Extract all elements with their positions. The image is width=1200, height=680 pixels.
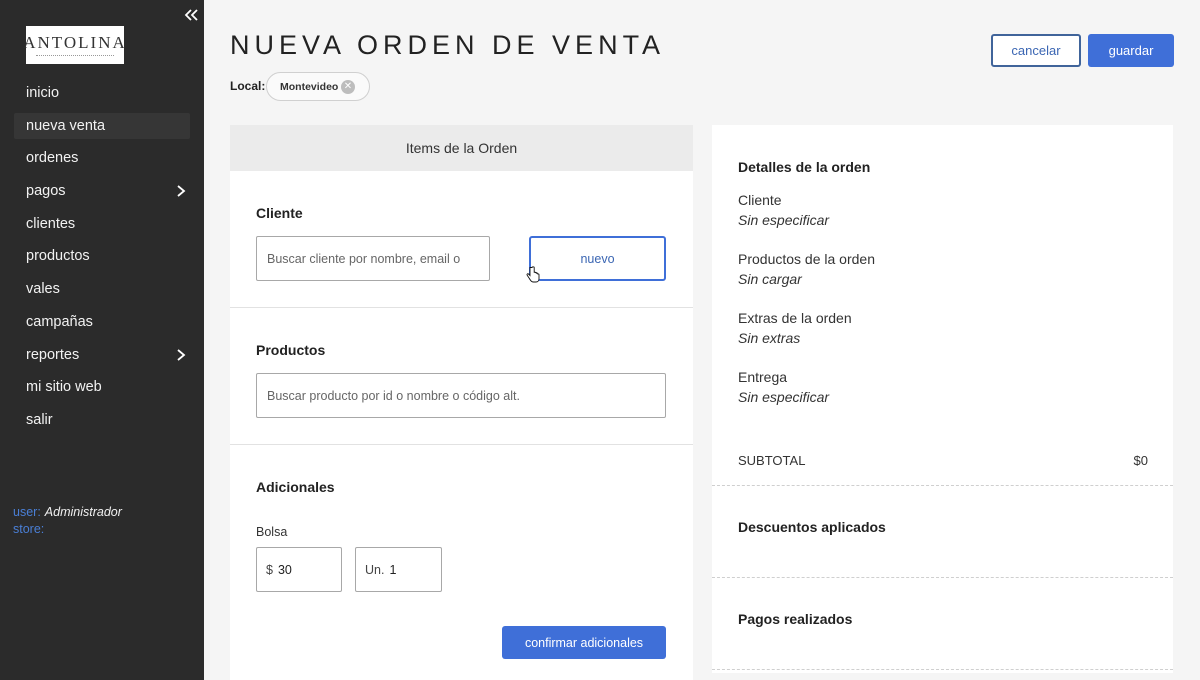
- subtotal-value: $0: [1133, 453, 1148, 468]
- save-button[interactable]: guardar: [1088, 34, 1174, 67]
- subtotal-label: SUBTOTAL: [738, 453, 806, 468]
- local-chip[interactable]: Montevideo ✕: [266, 72, 370, 101]
- client-search-input[interactable]: [256, 236, 490, 281]
- subtotal-row: SUBTOTAL $0: [738, 453, 1148, 468]
- detail-productos: Productos de la orden Sin cargar: [738, 249, 875, 289]
- sidebar-item-label: mi sitio web: [26, 379, 102, 396]
- local-chip-label: Montevideo: [280, 80, 339, 93]
- sidebar-nav: inicio nueva venta ordenes pagos cliente…: [14, 80, 190, 440]
- sidebar-item-label: reportes: [26, 346, 80, 363]
- sidebar-item-label: pagos: [26, 183, 66, 200]
- adicionales-title: Adicionales: [256, 479, 335, 495]
- sidebar-item-label: nueva venta: [26, 117, 106, 134]
- new-client-button[interactable]: nuevo: [529, 236, 666, 281]
- items-card: Items de la Orden Cliente nuevo Producto…: [230, 125, 693, 680]
- order-details-title: Detalles de la orden: [738, 159, 871, 175]
- order-details-card: Detalles de la orden Cliente Sin especif…: [712, 125, 1173, 673]
- detail-extras: Extras de la orden Sin extras: [738, 308, 852, 348]
- page-title: NUEVA ORDEN DE VENTA: [230, 30, 666, 60]
- detail-label: Cliente: [738, 192, 782, 208]
- bolsa-price-field[interactable]: $: [256, 547, 342, 592]
- discounts-title: Descuentos aplicados: [738, 519, 886, 535]
- detail-entrega: Entrega Sin especificar: [738, 367, 829, 407]
- sidebar-item-label: clientes: [26, 215, 76, 232]
- bolsa-label: Bolsa: [256, 525, 288, 539]
- hand-cursor-icon: [526, 266, 540, 283]
- divider: [712, 669, 1173, 670]
- detail-value: Sin cargar: [738, 271, 802, 287]
- store-label: store:: [13, 522, 45, 536]
- bolsa-qty-input[interactable]: [389, 562, 430, 577]
- sidebar-item-nueva-venta[interactable]: nueva venta: [14, 112, 190, 139]
- sidebar-item-clientes[interactable]: clientes: [14, 211, 190, 237]
- sidebar-item-campanas[interactable]: campañas: [14, 309, 190, 335]
- detail-value: Sin extras: [738, 330, 801, 346]
- sidebar-item-salir[interactable]: salir: [14, 407, 190, 433]
- logo-text: ANTOLINA: [23, 32, 127, 52]
- sidebar-item-label: vales: [26, 281, 60, 298]
- user-label: user:: [13, 505, 41, 519]
- logo[interactable]: ANTOLINA: [23, 26, 127, 64]
- detail-value: Sin especificar: [738, 389, 830, 405]
- user-value: Administrador: [44, 505, 122, 519]
- user-info: user: Administrador store:: [13, 504, 122, 538]
- currency-prefix: $: [266, 562, 273, 577]
- sidebar-item-label: salir: [26, 411, 53, 428]
- sidebar-item-inicio[interactable]: inicio: [14, 80, 190, 106]
- cancel-button[interactable]: cancelar: [991, 34, 1081, 67]
- detail-value: Sin especificar: [738, 212, 830, 228]
- sidebar-item-productos[interactable]: productos: [14, 243, 190, 269]
- sidebar-item-vales[interactable]: vales: [14, 276, 190, 302]
- sidebar: ANTOLINA inicio nueva venta ordenes pago…: [0, 0, 204, 680]
- detail-cliente: Cliente Sin especificar: [738, 190, 829, 230]
- sidebar-item-label: inicio: [26, 85, 60, 101]
- chevron-right-icon: [177, 348, 186, 361]
- bolsa-qty-field[interactable]: Un.: [355, 547, 442, 592]
- detail-label: Entrega: [738, 369, 788, 385]
- collapse-sidebar-icon[interactable]: [183, 7, 201, 25]
- sidebar-item-mi-sitio-web[interactable]: mi sitio web: [14, 374, 190, 400]
- remove-chip-icon[interactable]: ✕: [341, 80, 355, 94]
- sidebar-item-ordenes[interactable]: ordenes: [14, 145, 190, 171]
- bolsa-price-input[interactable]: [277, 562, 318, 577]
- productos-section: Productos: [230, 308, 693, 445]
- items-card-header: Items de la Orden: [230, 125, 693, 171]
- cliente-section: Cliente nuevo: [230, 171, 693, 308]
- productos-title: Productos: [256, 342, 326, 358]
- sidebar-item-label: campañas: [26, 313, 93, 330]
- payments-title: Pagos realizados: [738, 611, 853, 627]
- divider: [712, 577, 1173, 578]
- product-search-input[interactable]: [256, 373, 666, 418]
- divider: [712, 485, 1173, 486]
- user-row: user: Administrador: [13, 504, 122, 521]
- logo-underline: [36, 54, 114, 57]
- sidebar-item-pagos[interactable]: pagos: [14, 178, 190, 204]
- sidebar-item-reportes[interactable]: reportes: [14, 342, 190, 368]
- sidebar-item-label: productos: [26, 248, 90, 265]
- store-row: store:: [13, 521, 122, 538]
- local-label: Local:: [230, 79, 266, 93]
- cliente-title: Cliente: [256, 205, 303, 221]
- confirm-extras-button[interactable]: confirmar adicionales: [502, 626, 666, 659]
- sidebar-item-label: ordenes: [26, 150, 79, 167]
- detail-label: Extras de la orden: [738, 310, 852, 326]
- unit-prefix: Un.: [365, 562, 385, 577]
- chevron-right-icon: [177, 185, 186, 197]
- detail-label: Productos de la orden: [738, 251, 875, 267]
